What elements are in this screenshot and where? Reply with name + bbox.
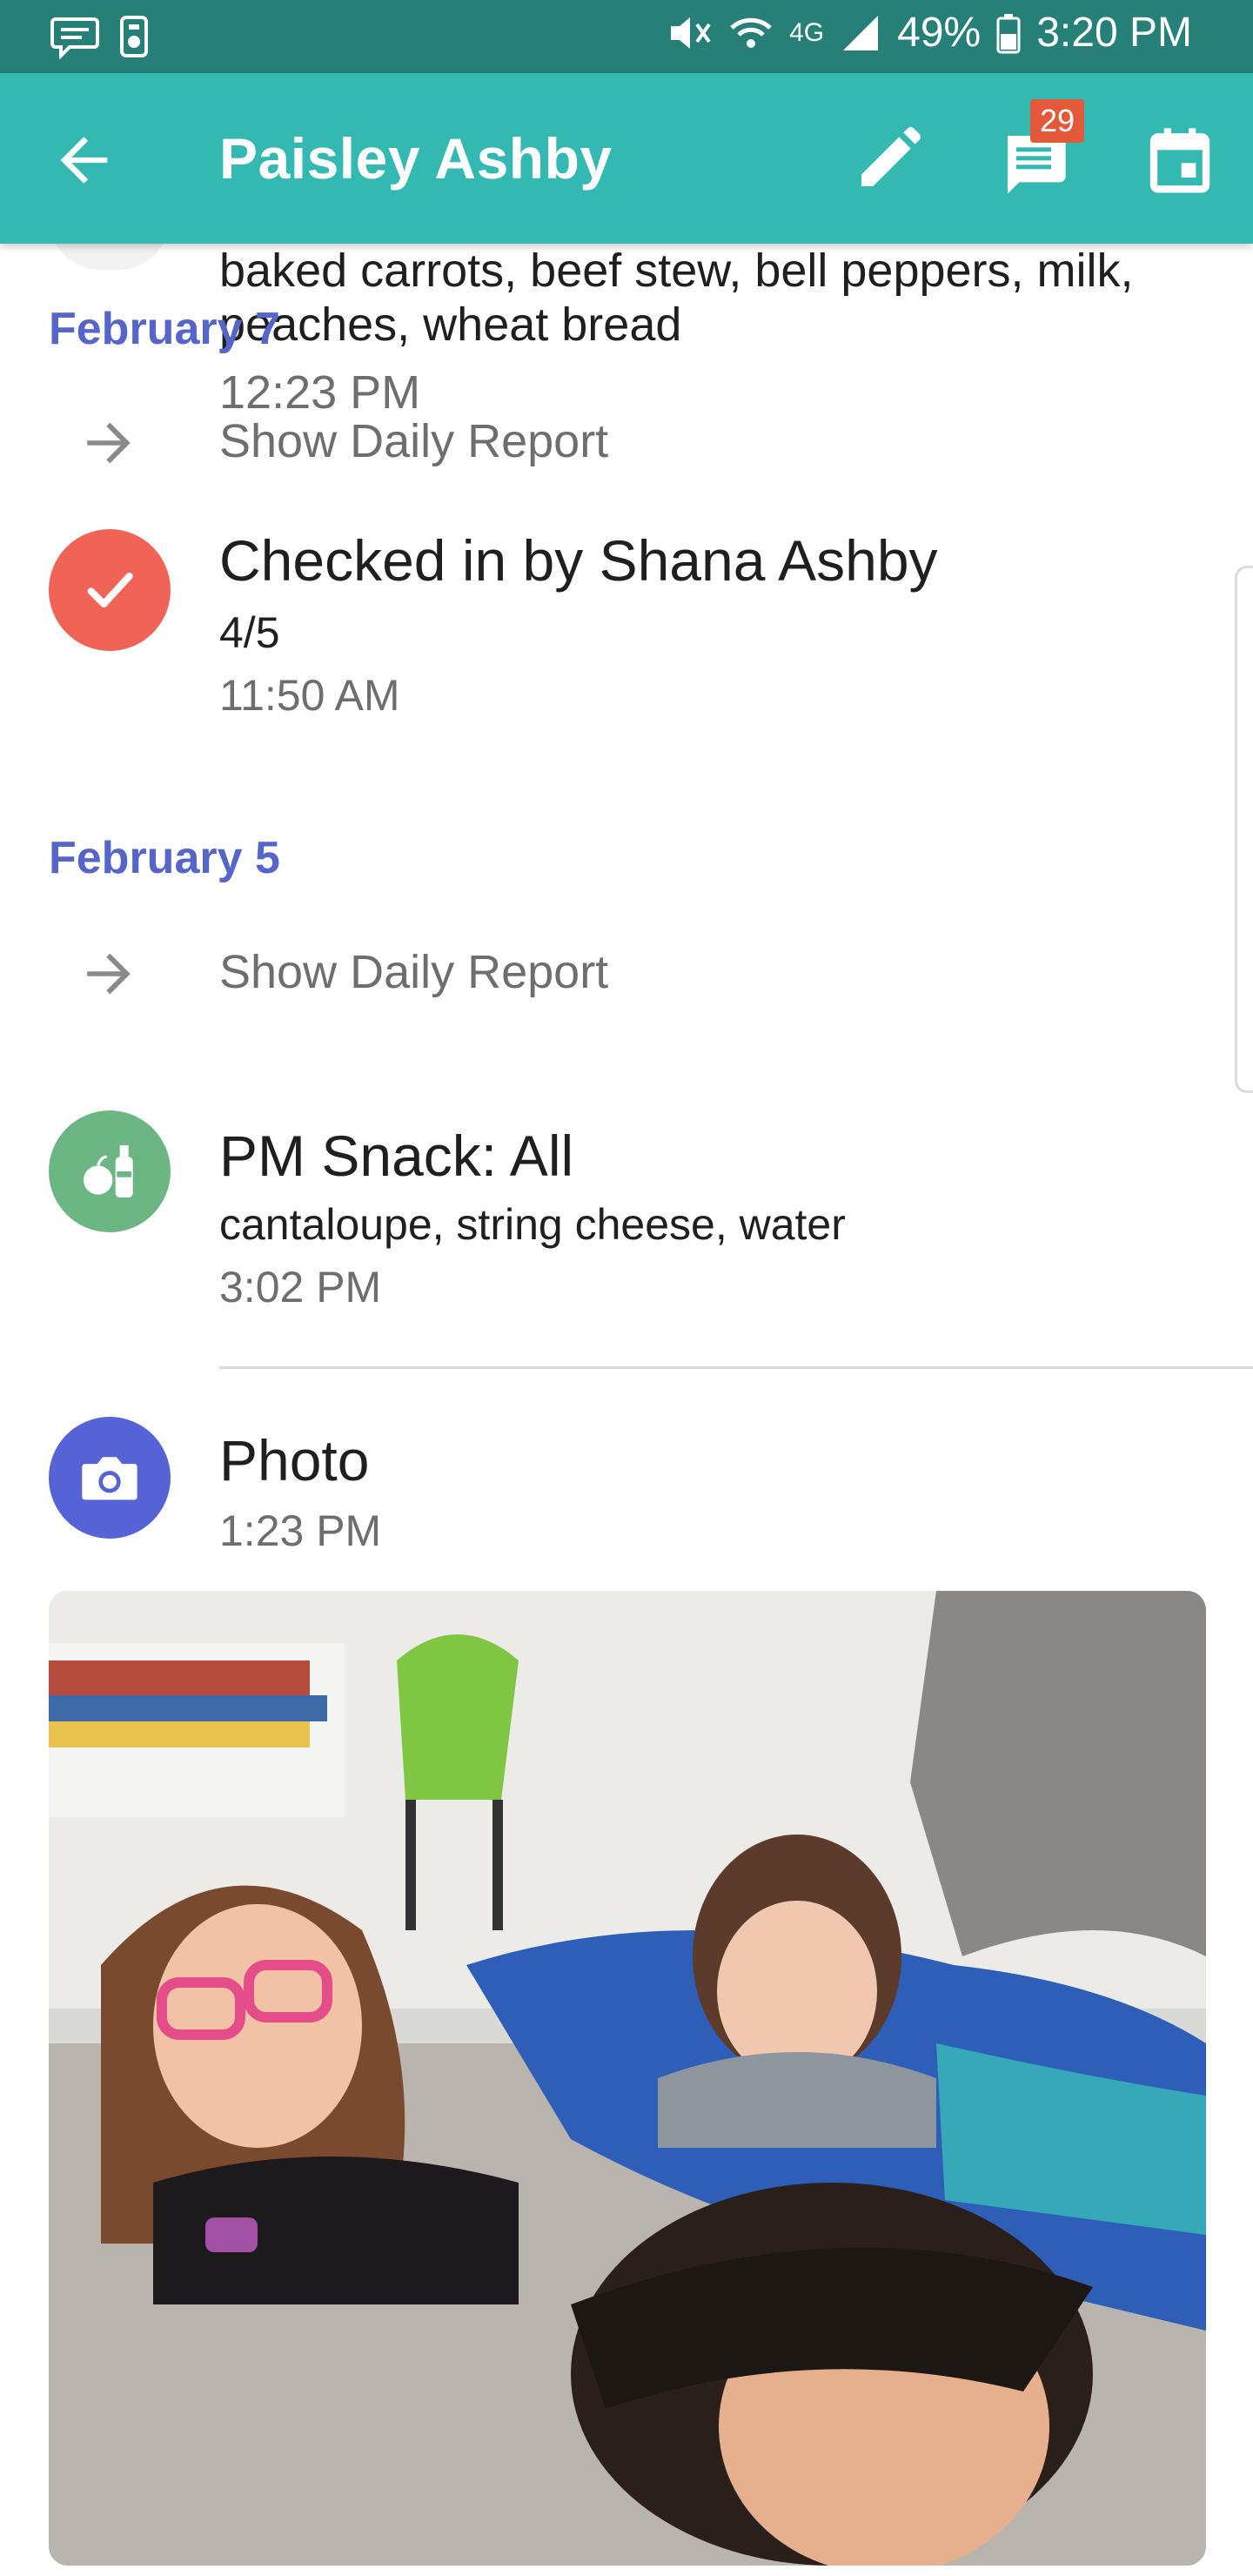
- battery-icon: [996, 13, 1021, 53]
- arrow-right-icon: [87, 953, 131, 995]
- event-time: 1:23 PM: [219, 1506, 382, 1555]
- date-heading: February 7: [49, 304, 280, 354]
- event-detail: 4/5: [219, 608, 280, 657]
- arrow-right-icon: [87, 422, 131, 464]
- arrow-left-icon[interactable]: [52, 127, 118, 193]
- scrolled-entry-time: 12:23 PM: [219, 366, 421, 419]
- checkin-avatar: [49, 529, 171, 651]
- pencil-icon[interactable]: [853, 125, 922, 195]
- message-notification-icon: [50, 17, 99, 59]
- network-type: 4G: [789, 17, 825, 47]
- app-bar: Paisley Ashby 29: [0, 73, 1253, 244]
- event-detail: cantaloupe, string cheese, water: [219, 1200, 846, 1249]
- scroll-handle[interactable]: [1235, 566, 1253, 1093]
- wifi-icon: [730, 17, 772, 48]
- event-time: 11:50 AM: [219, 671, 400, 720]
- apple-bottle-icon: [84, 1145, 133, 1197]
- date-heading: February 5: [49, 833, 280, 883]
- event-title: Checked in by Shana Ashby: [219, 528, 938, 593]
- photo-image: [49, 1591, 1206, 2566]
- battery-percent: 49%: [897, 10, 982, 56]
- mute-icon: [671, 17, 711, 49]
- divider: [219, 1366, 1253, 1369]
- scrolled-entry-details-1: baked carrots, beef stew, bell peppers, …: [219, 245, 1134, 297]
- activity-photo[interactable]: [49, 1591, 1206, 2566]
- clock: 3:20 PM: [1036, 10, 1192, 56]
- photo-avatar: [49, 1417, 171, 1539]
- snack-avatar: [49, 1110, 171, 1232]
- signal-icon: [843, 15, 879, 50]
- activity-feed[interactable]: baked carrots, beef stew, bell peppers, …: [0, 218, 1253, 2576]
- unread-count-badge: 29: [1030, 99, 1084, 143]
- event-title: Photo: [219, 1428, 370, 1493]
- storage-notification-icon: [120, 16, 148, 57]
- calendar-icon[interactable]: [1145, 125, 1215, 195]
- show-daily-report-link[interactable]: Show Daily Report: [219, 945, 608, 999]
- show-daily-report-link[interactable]: Show Daily Report: [219, 414, 608, 468]
- event-title: PM Snack: All: [219, 1124, 574, 1188]
- scrolled-entry-details-2: peaches, wheat bread: [219, 299, 682, 351]
- status-bar: 4G 49% 3:20 PM: [0, 0, 1253, 73]
- camera-icon: [82, 1457, 137, 1500]
- page-title: Paisley Ashby: [219, 126, 613, 191]
- event-time: 3:02 PM: [219, 1263, 382, 1311]
- checkmark-icon: [87, 573, 133, 607]
